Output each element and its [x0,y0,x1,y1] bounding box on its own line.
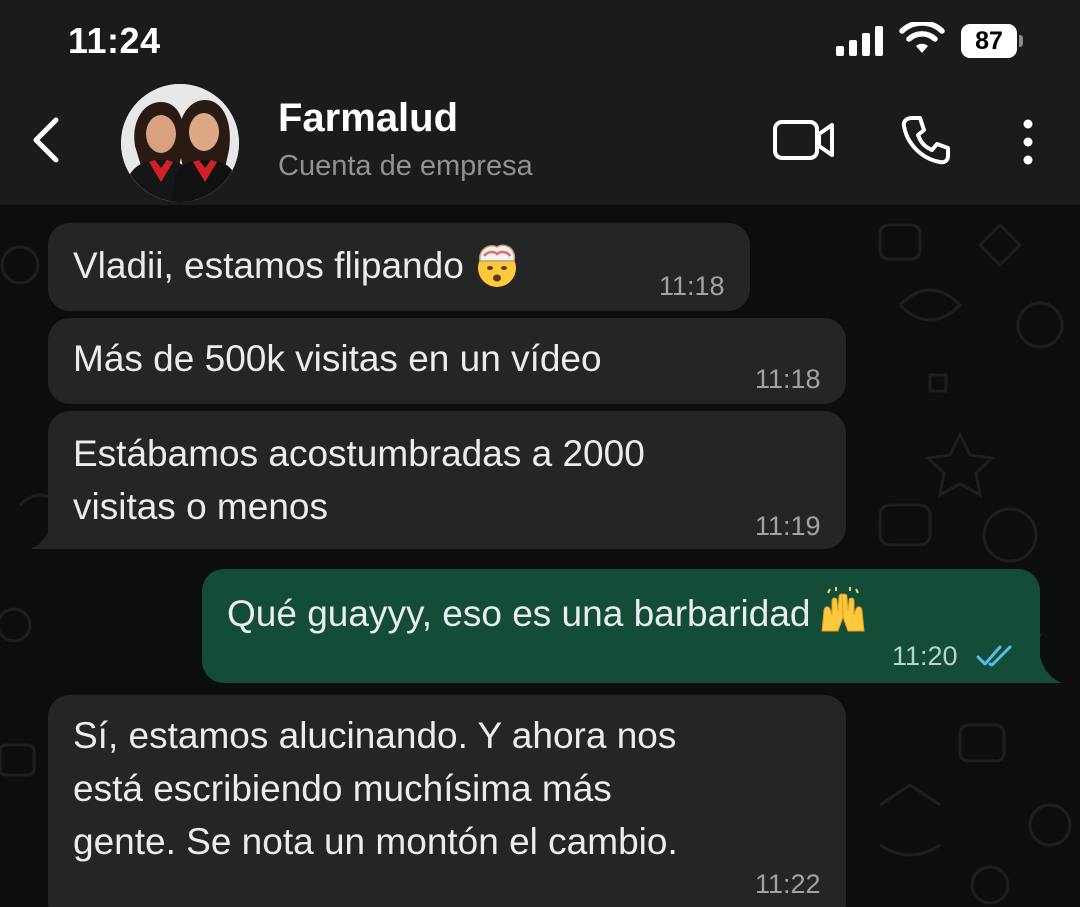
message-timestamp: 11:18 [659,271,725,301]
exploding-head-emoji-icon [477,244,516,288]
wifi-icon [899,22,945,53]
phone-call-icon[interactable] [898,112,954,168]
bubble-tail [1040,657,1062,683]
contact-subtitle: Cuenta de empresa [278,150,533,182]
raising-hands-emoji-icon [821,587,866,632]
status-bar-time: 11:24 [68,20,161,61]
back-chevron-icon[interactable] [26,112,66,168]
message-text: Vladii, estamos flipando [73,239,730,293]
battery-level: 87 [961,24,1017,58]
contact-avatar[interactable] [121,84,239,202]
message-timestamp: 11:18 [755,364,821,394]
message-bubble-incoming[interactable]: Vladii, estamos flipando 11:18 [48,223,750,311]
message-text: Estábamos acostumbradas a 2000 visitas o… [73,433,645,527]
message-bubble-outgoing[interactable]: Qué guayyy, eso es una barbaridad 11:20 [202,569,1040,683]
message-timestamp: 11:20 [892,641,958,671]
chat-header: 11:24 87 Farmalud Cuenta de empresa [0,0,1080,205]
battery-icon: 87 [961,24,1023,58]
message-text: Sí, estamos alucinando. Y ahora nos está… [73,715,678,862]
read-receipt-double-check-icon [976,645,1012,667]
message-text: Más de 500k visitas en un vídeo [73,338,602,379]
chat-messages-area[interactable]: Vladii, estamos flipando 11:18 Más de 50… [0,205,1080,907]
avatar-photo-icon [121,84,239,202]
more-options-icon[interactable] [1014,116,1042,168]
contact-name[interactable]: Farmalud [278,96,458,141]
cellular-signal-icon [836,26,883,56]
message-bubble-incoming[interactable]: Más de 500k visitas en un vídeo 11:18 [48,318,846,404]
video-call-icon[interactable] [772,116,836,164]
whatsapp-chat-screen: 11:24 87 Farmalud Cuenta de empresa Vlad… [0,0,1080,907]
message-timestamp: 11:19 [755,511,821,541]
message-text: Qué guayyy, eso es una barbaridad [227,587,1020,641]
message-bubble-incoming[interactable]: Sí, estamos alucinando. Y ahora nos está… [48,695,846,907]
bubble-tail [30,523,52,549]
message-timestamp: 11:22 [755,869,821,899]
message-bubble-incoming[interactable]: Estábamos acostumbradas a 2000 visitas o… [48,411,846,549]
